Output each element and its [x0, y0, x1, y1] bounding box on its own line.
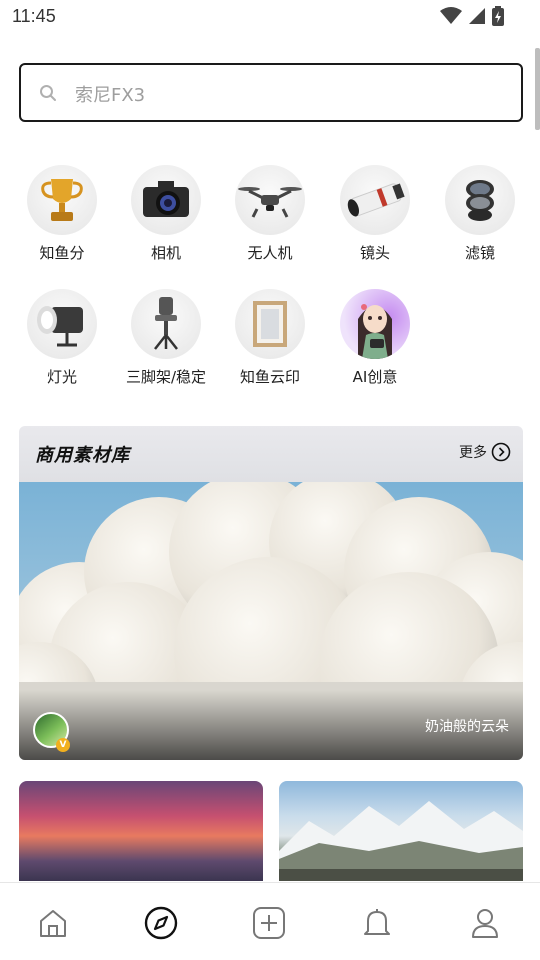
search-placeholder: 索尼FX3 — [75, 85, 146, 106]
category-item[interactable]: 知鱼分 — [12, 165, 112, 263]
category-label: 滤镜 — [464, 244, 495, 262]
light-icon — [27, 289, 97, 359]
category-label: AI创意 — [352, 368, 398, 386]
gimbal-icon — [131, 289, 201, 359]
bell-icon — [364, 909, 390, 935]
home-icon — [40, 910, 66, 937]
status-bar: 11:45 — [0, 0, 540, 34]
category-label: 知鱼云印 — [239, 368, 300, 386]
trophy-icon — [27, 165, 97, 235]
mountain-photo — [279, 801, 523, 881]
nav-discover[interactable] — [143, 905, 179, 941]
category-item[interactable]: 无人机 — [220, 165, 320, 263]
sunset-thumbnail[interactable] — [19, 781, 263, 881]
scroll-indicator[interactable] — [535, 48, 540, 130]
nav-notifications[interactable] — [359, 905, 395, 941]
section-title: 商用素材库 — [35, 445, 130, 466]
featured-image[interactable]: V 奶油般的云朵 — [19, 472, 523, 760]
bottom-nav — [0, 882, 540, 960]
add-icon — [253, 907, 285, 939]
category-item[interactable]: 相机 — [116, 165, 216, 263]
status-icons — [440, 6, 504, 26]
battery-icon — [492, 6, 504, 26]
material-header: 商用素材库 更多 — [19, 426, 523, 482]
filter-icon — [445, 165, 515, 235]
image-caption: 奶油般的云朵 — [425, 719, 509, 735]
category-item[interactable]: 镜头 — [325, 165, 425, 263]
frame-icon — [235, 289, 305, 359]
category-label: 灯光 — [46, 368, 77, 386]
category-label: 相机 — [150, 244, 181, 262]
more-link[interactable]: 更多 — [459, 442, 511, 462]
nav-home[interactable] — [35, 905, 71, 941]
profile-icon — [472, 909, 498, 938]
category-item[interactable]: 三脚架/稳定 — [116, 289, 216, 387]
drone-icon — [235, 165, 305, 235]
nav-profile[interactable] — [467, 905, 503, 941]
ai-character-icon — [340, 289, 410, 359]
wifi-icon — [440, 7, 462, 24]
status-time: 11:45 — [12, 6, 56, 26]
compass-icon — [144, 906, 178, 940]
category-item[interactable]: 滤镜 — [430, 165, 530, 263]
category-label: 三脚架/稳定 — [125, 368, 207, 386]
category-label: 知鱼分 — [39, 244, 85, 262]
search-input[interactable]: 索尼FX3 — [19, 63, 523, 122]
signal-icon — [469, 8, 485, 24]
camera-icon — [131, 165, 201, 235]
category-label: 镜头 — [359, 244, 390, 262]
search-icon — [40, 85, 56, 101]
category-item[interactable]: 知鱼云印 — [220, 289, 320, 387]
verified-badge: V — [56, 738, 70, 752]
category-item[interactable]: AI创意 — [325, 289, 425, 387]
nav-create[interactable] — [251, 905, 287, 941]
lens-icon — [340, 165, 410, 235]
more-label: 更多 — [459, 445, 487, 461]
category-label: 无人机 — [247, 244, 293, 262]
material-library-card[interactable]: 商用素材库 更多 V 奶油般的云朵 — [19, 426, 523, 760]
mountain-thumbnail[interactable] — [279, 781, 523, 881]
chevron-right-circle-icon — [491, 442, 511, 462]
category-item[interactable]: 灯光 — [12, 289, 112, 387]
